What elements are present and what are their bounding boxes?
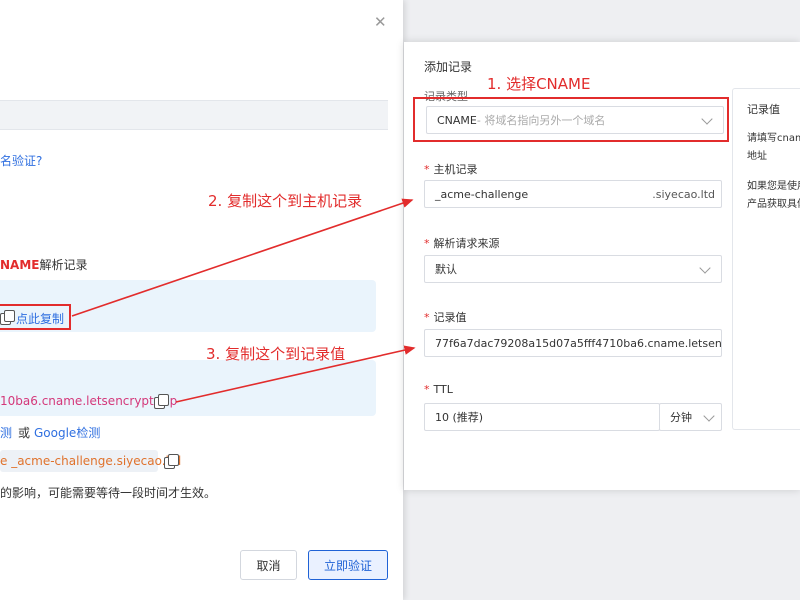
annotation-arrows: [71, 198, 416, 403]
arrow-to-host-record: [71, 198, 414, 317]
arrow-to-record-value: [175, 345, 416, 403]
